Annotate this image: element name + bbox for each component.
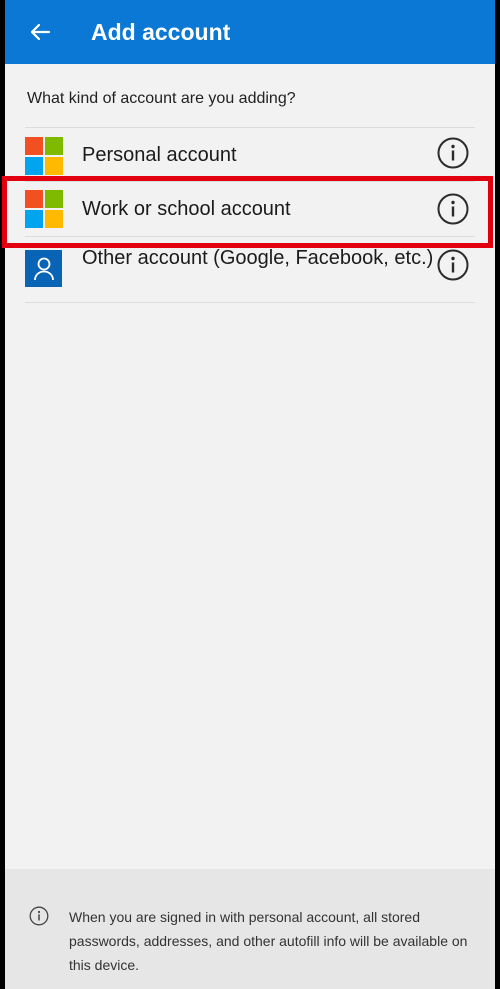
app-bar: Add account (5, 0, 495, 64)
footer-text: When you are signed in with personal acc… (69, 909, 468, 973)
divider (25, 236, 475, 237)
microsoft-logo-icon (25, 137, 63, 175)
info-icon[interactable] (437, 193, 469, 225)
info-icon[interactable] (437, 137, 469, 169)
other-account-option[interactable]: Other account (Google, Facebook, etc.) (25, 247, 475, 287)
arrow-left-icon (30, 23, 51, 41)
divider (25, 302, 475, 303)
work-school-account-label: Work or school account (82, 198, 291, 220)
info-icon[interactable] (437, 249, 469, 281)
other-account-label: Other account (Google, Facebook, etc.) (82, 247, 434, 269)
add-account-screen: Add account What kind of account are you… (5, 0, 495, 989)
back-button[interactable] (5, 0, 75, 64)
info-icon (29, 906, 49, 926)
person-icon (25, 250, 62, 287)
page-title: Add account (91, 18, 231, 45)
divider (25, 181, 475, 182)
microsoft-logo-icon (25, 190, 63, 228)
personal-account-option[interactable]: Personal account (25, 137, 475, 175)
personal-account-label: Personal account (82, 144, 237, 166)
divider (25, 127, 475, 128)
autofill-info-footer: When you are signed in with personal acc… (5, 869, 495, 989)
work-school-account-option[interactable]: Work or school account (25, 190, 475, 228)
